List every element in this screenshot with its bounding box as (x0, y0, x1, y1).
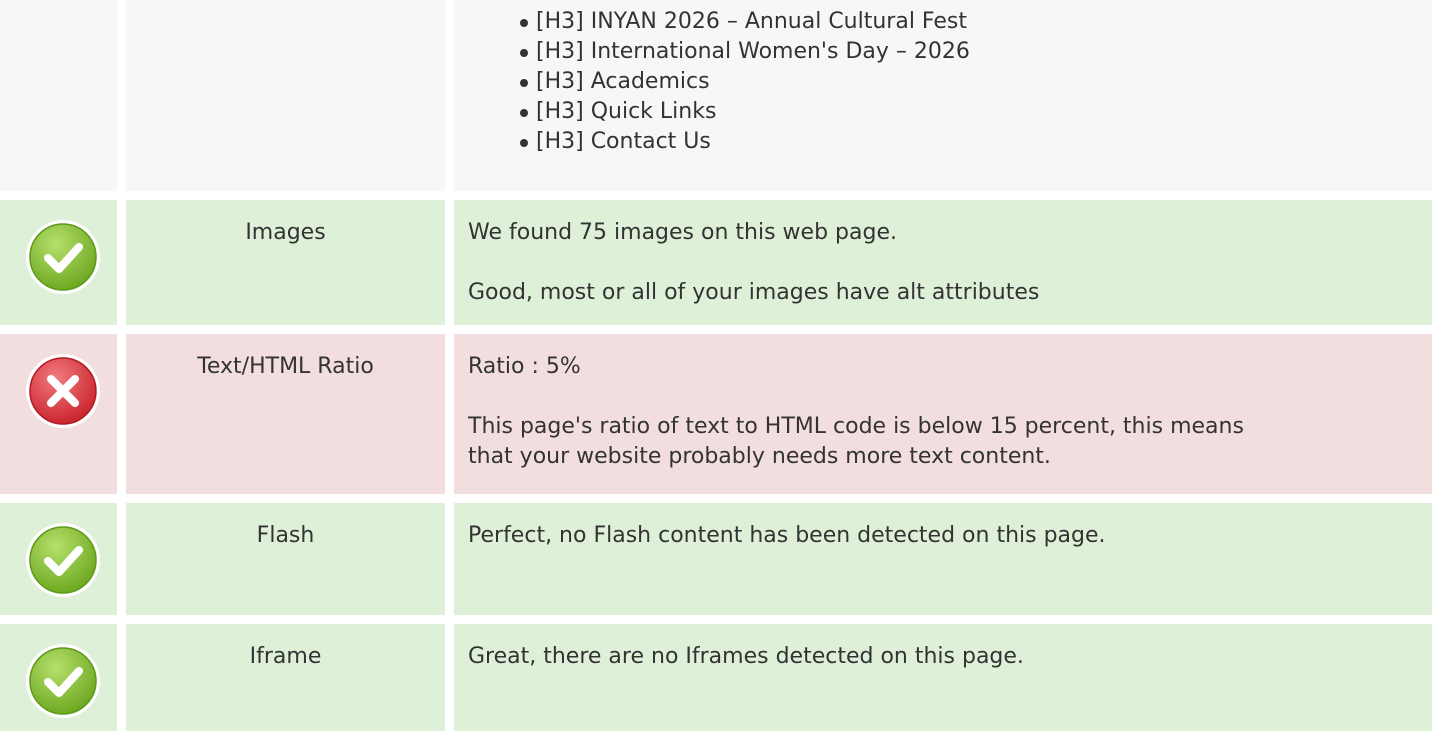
flash-icon-cell (0, 503, 117, 615)
row-text: We found 75 images on this web page. (468, 220, 897, 245)
flash-row: Flash Perfect, no Flash content has been… (0, 503, 1432, 615)
list-item: [H3] Academics (520, 67, 970, 97)
text-html-ratio-row: Text/HTML Ratio Ratio : 5% This page's r… (0, 334, 1432, 494)
headings-label-cell (126, 0, 445, 191)
check-circle-icon (26, 644, 100, 718)
row-text: This page's ratio of text to HTML code i… (468, 414, 1244, 439)
check-circle-icon (26, 523, 100, 597)
row-text: Great, there are no Iframes detected on … (468, 644, 1024, 669)
list-item: [H3] Quick Links (520, 97, 970, 127)
list-item: [H3] INYAN 2026 – Annual Cultural Fest (520, 7, 970, 37)
iframe-content-cell: Great, there are no Iframes detected on … (454, 624, 1432, 731)
row-label: Iframe (249, 644, 322, 669)
row-label: Images (245, 220, 326, 245)
headings-row: [H3] INYAN 2026 – Annual Cultural Fest [… (0, 0, 1432, 191)
row-label: Text/HTML Ratio (197, 354, 374, 379)
iframe-row: Iframe Great, there are no Iframes detec… (0, 624, 1432, 731)
iframe-label-cell: Iframe (126, 624, 445, 731)
headings-icon-cell (0, 0, 117, 191)
check-circle-icon (26, 220, 100, 294)
list-item: [H3] International Women's Day – 2026 (520, 37, 970, 67)
row-label: Flash (256, 523, 315, 548)
list-item: [H3] Contact Us (520, 127, 970, 157)
flash-label-cell: Flash (126, 503, 445, 615)
images-label-cell: Images (126, 200, 445, 325)
headings-content-cell: [H3] INYAN 2026 – Annual Cultural Fest [… (454, 0, 1432, 191)
ratio-content-cell: Ratio : 5% This page's ratio of text to … (454, 334, 1432, 494)
cross-circle-icon (26, 354, 100, 428)
headings-list: [H3] INYAN 2026 – Annual Cultural Fest [… (516, 7, 970, 157)
images-icon-cell (0, 200, 117, 325)
row-text: Perfect, no Flash content has been detec… (468, 523, 1106, 548)
ratio-icon-cell (0, 334, 117, 494)
row-text: that your website probably needs more te… (468, 444, 1051, 469)
images-row: Images We found 75 images on this web pa… (0, 200, 1432, 325)
flash-content-cell: Perfect, no Flash content has been detec… (454, 503, 1432, 615)
images-content-cell: We found 75 images on this web page. Goo… (454, 200, 1432, 325)
iframe-icon-cell (0, 624, 117, 731)
row-text: Good, most or all of your images have al… (468, 280, 1040, 305)
row-text: Ratio : 5% (468, 354, 581, 379)
ratio-label-cell: Text/HTML Ratio (126, 334, 445, 494)
